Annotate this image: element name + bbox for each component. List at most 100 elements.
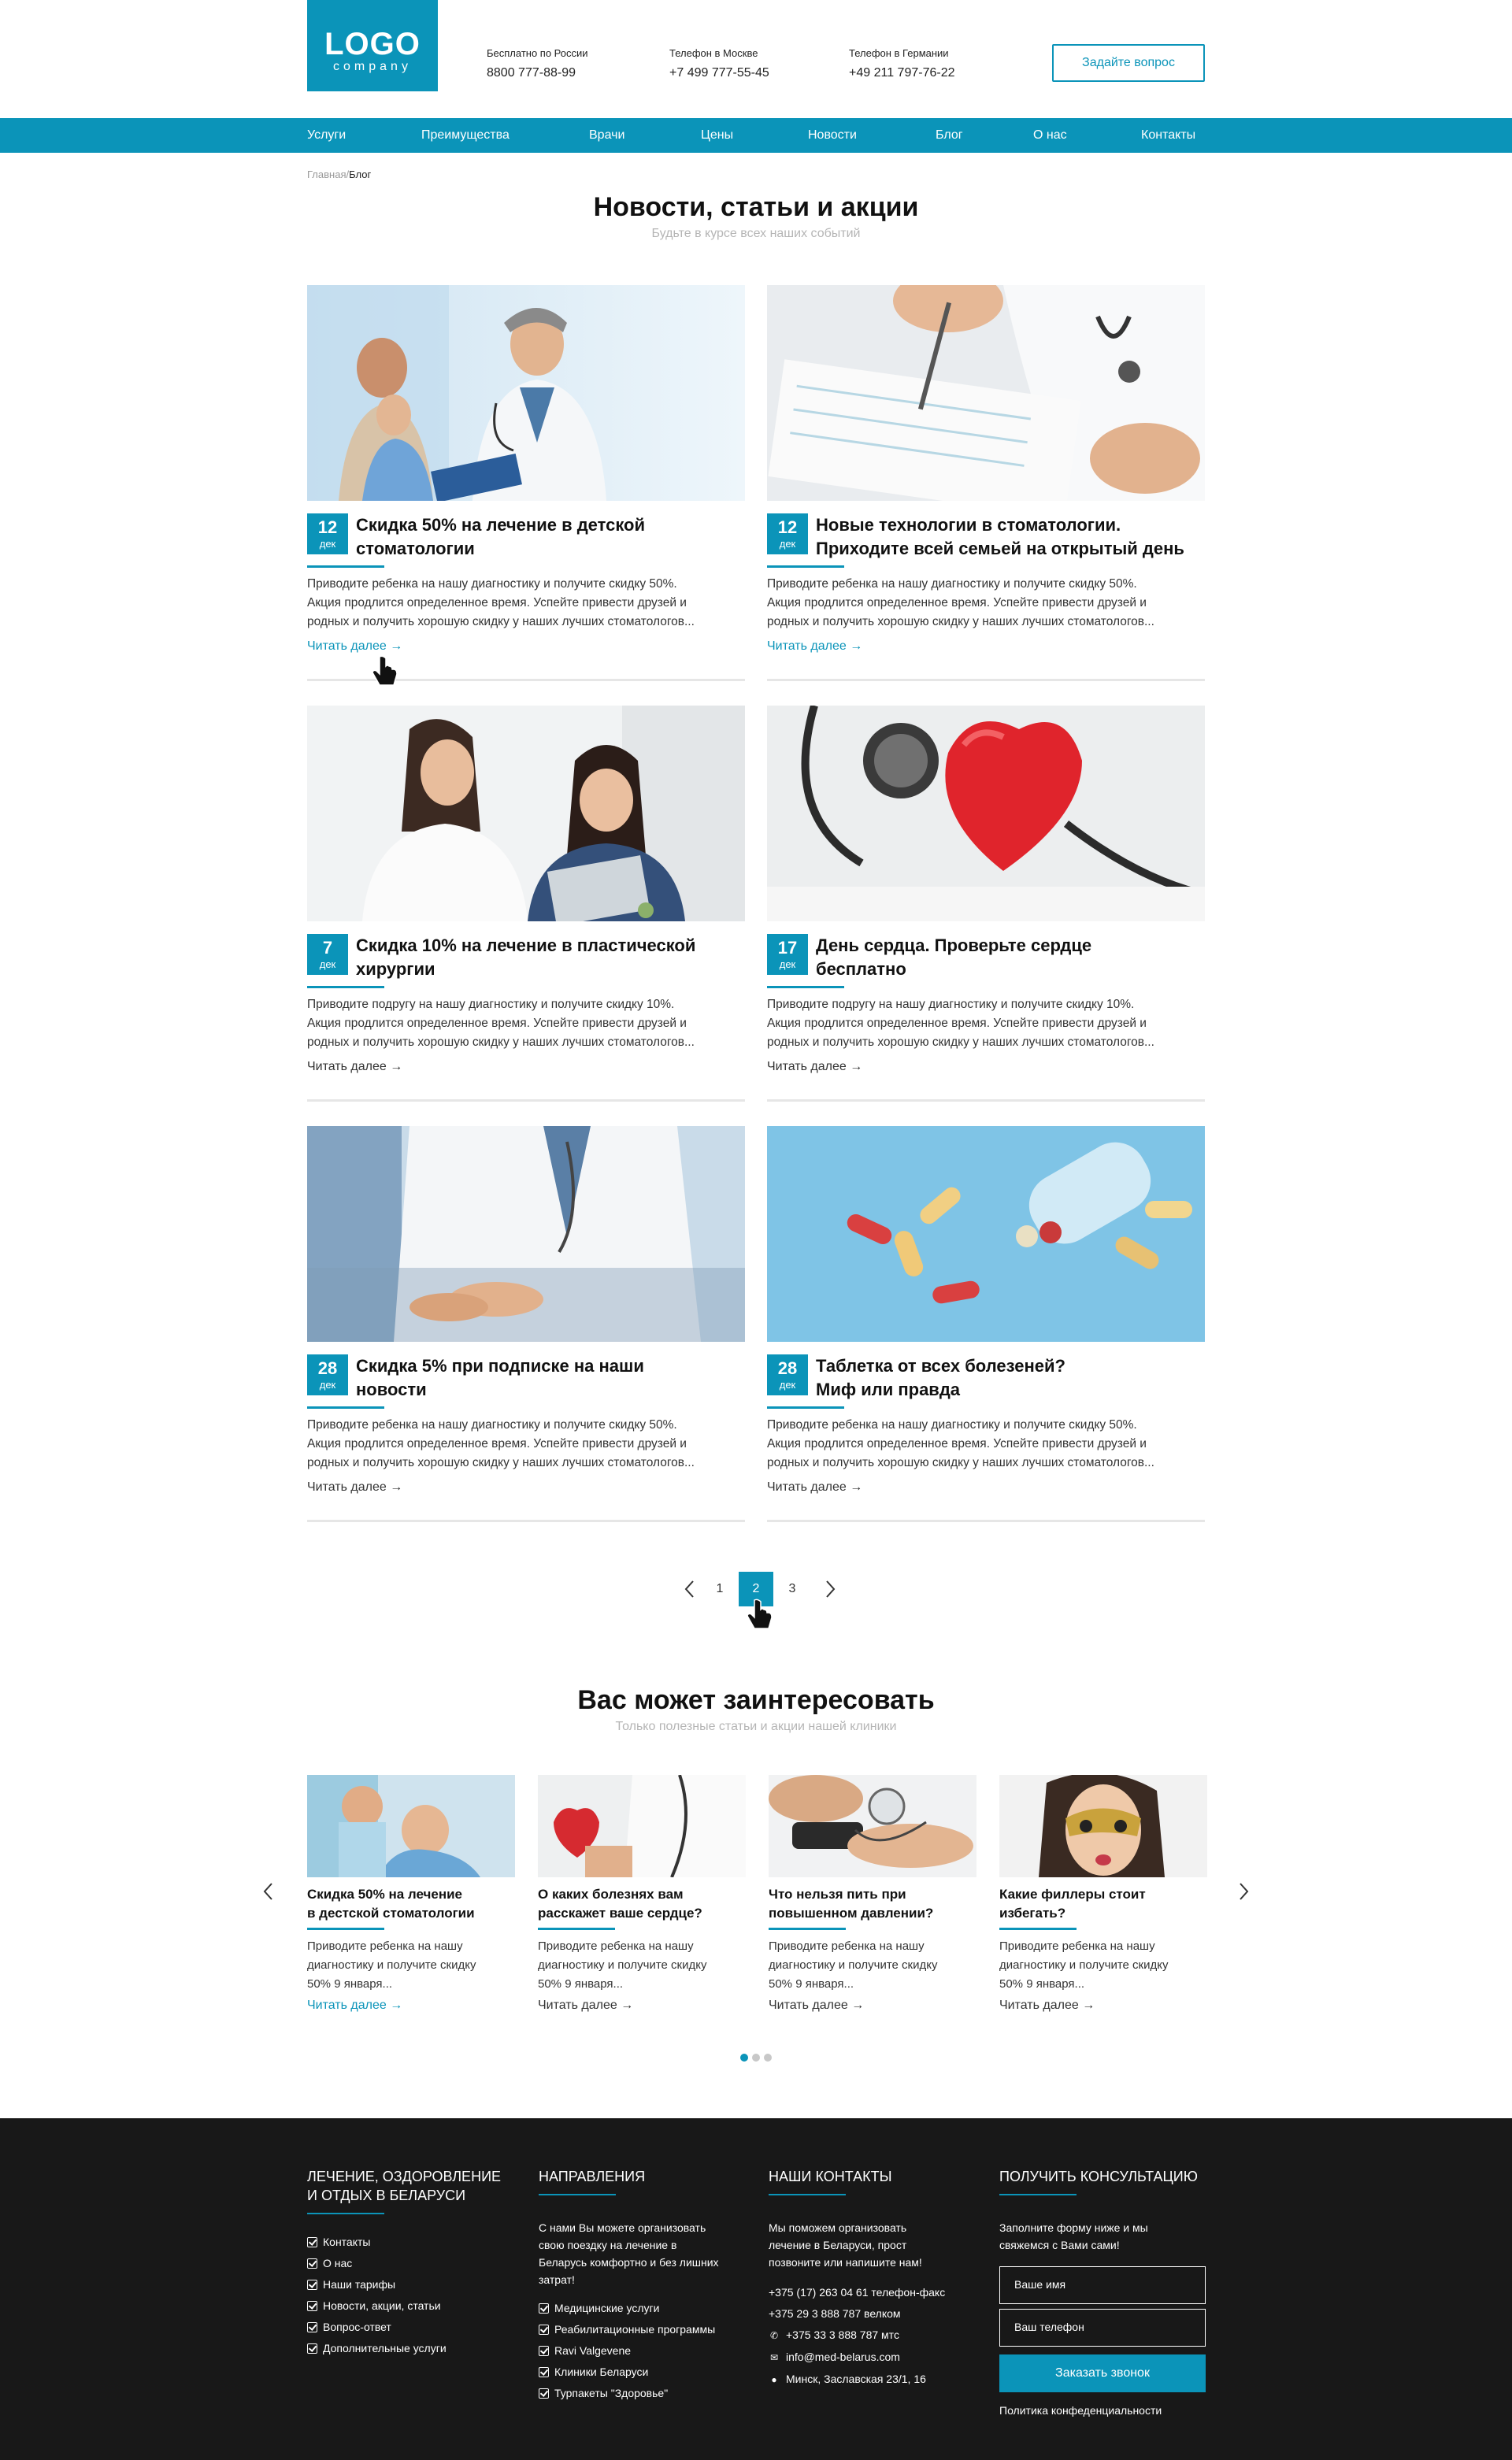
nav-item-about[interactable]: О нас [1033, 118, 1067, 153]
article-title[interactable]: День сердца. Проверьте сердце бесплатно [816, 934, 1205, 981]
footer-link[interactable]: Дополнительные услуги [307, 2338, 512, 2359]
article-title[interactable]: Таблетка от всех болезеней? Миф или правд… [816, 1354, 1205, 1402]
footer-address: ● Минск, Заславская 23/1, 16 [769, 2369, 981, 2391]
footer-phone-fax[interactable]: +375 (17) 263 04 61 телефон-факс [769, 2282, 981, 2303]
footer-link[interactable]: Реабилитационные программы [539, 2319, 743, 2340]
pagination-page[interactable]: 3 [775, 1572, 810, 1606]
footer-phone-mts[interactable]: ✆ +375 33 3 888 787 мтс [769, 2325, 981, 2347]
footer-col-about: ЛЕЧЕНИЕ, ОЗДОРОВЛЕНИЕ И ОТДЫХ В БЕЛАРУСИ … [307, 2167, 512, 2359]
footer-link[interactable]: Турпакеты "Здоровье" [539, 2383, 743, 2404]
related-title[interactable]: О каких болезнях вам расскажет ваше сердц… [538, 1885, 746, 1923]
article-image-handshake[interactable] [307, 1126, 745, 1342]
logo-sub-text: company [333, 60, 412, 73]
read-more-link[interactable]: Читать далее → [767, 1480, 862, 1495]
related-excerpt: Приводите ребенка на нашу диагностику и п… [999, 1937, 1207, 1994]
related-title-line: расскажет ваше сердце? [538, 1906, 702, 1921]
footer-link[interactable]: Ravi Valgevene [539, 2340, 743, 2362]
order-call-button[interactable]: Заказать звонок [999, 2354, 1206, 2392]
contact-phone[interactable]: 8800 777-88-99 [487, 65, 588, 82]
article-excerpt: Приводите подругу на нашу диагностику и … [307, 995, 745, 1052]
footer-link[interactable]: Новости, акции, статьи [307, 2295, 512, 2317]
read-more-link[interactable]: Читать далее → [307, 1480, 402, 1495]
carousel-dot[interactable] [752, 2054, 760, 2062]
related-image-dentist-child[interactable] [307, 1775, 515, 1877]
read-more-link[interactable]: Читать далее → [767, 639, 862, 654]
article-image-pills[interactable] [767, 1126, 1205, 1342]
read-more-link[interactable]: Читать далее → [307, 1999, 402, 2013]
related-section-title: Вас может заинтересовать [577, 1685, 935, 1715]
check-icon [539, 2303, 549, 2314]
footer-link[interactable]: Клиники Беларуси [539, 2362, 743, 2383]
carousel-prev-button[interactable] [257, 1874, 280, 1909]
privacy-policy-link[interactable]: Политика конфеденциальности [999, 2402, 1212, 2419]
article-title-line: Приходите всей семьей на открытый день [816, 539, 1184, 558]
contact-phone[interactable]: +49 211 797-76-22 [849, 65, 954, 82]
article-date: 17 дек [767, 934, 808, 975]
excerpt-line: родных и получить хорошую скидку у наших… [767, 615, 1154, 628]
related-card: Скидка 50% на лечение в дестской стоматол… [307, 1775, 515, 2035]
read-more-link[interactable]: Читать далее → [307, 639, 402, 654]
pagination-prev-button[interactable] [678, 1572, 702, 1606]
article-image-doctor-writing[interactable] [767, 285, 1205, 501]
nav-item-prices[interactable]: Цены [701, 118, 733, 153]
read-more-link[interactable]: Читать далее → [769, 1999, 864, 2013]
date-day: 28 [777, 1358, 798, 1378]
card-divider [307, 1520, 745, 1522]
footer-link[interactable]: Наши тарифы [307, 2274, 512, 2295]
article-image-heart-stethoscope[interactable] [767, 706, 1205, 921]
read-more-link[interactable]: Читать далее → [538, 1999, 633, 2013]
related-title[interactable]: Что нельзя пить при повышенном давлении? [769, 1885, 976, 1923]
contact-phone[interactable]: +7 499 777-55-45 [669, 65, 769, 82]
article-excerpt: Приводите ребенка на нашу диагностику и … [307, 1416, 745, 1473]
related-image-woman-mask[interactable] [999, 1775, 1207, 1877]
carousel-dot[interactable] [764, 2054, 772, 2062]
article-title[interactable]: Скидка 10% на лечение в пластической хиру… [356, 934, 745, 981]
article-title[interactable]: Новые технологии в стоматологии. Приходит… [816, 513, 1205, 561]
article-image-doctor-family[interactable] [307, 285, 745, 501]
nav-item-blog[interactable]: Блог [936, 118, 963, 153]
nav-item-contacts[interactable]: Контакты [1141, 118, 1195, 153]
ask-question-button[interactable]: Задайте вопрос [1052, 44, 1205, 82]
footer-email[interactable]: ✉ info@med-belarus.com [769, 2347, 981, 2369]
footer-link[interactable]: Медицинские услуги [539, 2298, 743, 2319]
related-title[interactable]: Какие филлеры стоит избегать? [999, 1885, 1207, 1923]
site-footer: ЛЕЧЕНИЕ, ОЗДОРОВЛЕНИЕ И ОТДЫХ В БЕЛАРУСИ … [0, 2118, 1512, 2460]
nav-item-services[interactable]: Услуги [307, 118, 346, 153]
footer-link[interactable]: Вопрос-ответ [307, 2317, 512, 2338]
phone-input[interactable]: Ваш телефон [999, 2309, 1206, 2347]
pagination-page[interactable]: 1 [702, 1572, 737, 1606]
article-title-line: хирургии [356, 959, 435, 979]
nav-item-news[interactable]: Новости [808, 118, 857, 153]
article-image-doctor-patient[interactable] [307, 706, 745, 921]
footer-link-label: Дополнительные услуги [323, 2342, 447, 2354]
footer-heading-underline [539, 2194, 616, 2195]
related-image-doctor-heart[interactable] [538, 1775, 746, 1877]
read-more-link[interactable]: Читать далее → [999, 1999, 1095, 2013]
footer-link-label: Ravi Valgevene [554, 2344, 632, 2357]
contact-label: Бесплатно по России [487, 47, 588, 59]
related-title[interactable]: Скидка 50% на лечение в дестской стоматол… [307, 1885, 515, 1923]
nav-item-advantages[interactable]: Преимущества [421, 118, 510, 153]
logo[interactable]: LOGO company [307, 0, 438, 91]
article-title[interactable]: Скидка 5% при подписке на наши новости [356, 1354, 745, 1402]
related-image-blood-pressure[interactable] [769, 1775, 976, 1877]
title-underline [767, 1406, 844, 1409]
excerpt-line: Приводите ребенка на нашу диагностику и … [767, 1418, 1137, 1432]
breadcrumb-home[interactable]: Главная [307, 169, 346, 180]
title-underline [767, 986, 844, 988]
carousel-dot-active[interactable] [740, 2054, 748, 2062]
excerpt-line: Приводите подругу на нашу диагностику и … [307, 998, 675, 1011]
read-more-link[interactable]: Читать далее → [767, 1060, 862, 1074]
carousel-next-button[interactable] [1232, 1874, 1255, 1909]
read-more-link[interactable]: Читать далее → [307, 1060, 402, 1074]
card-divider [767, 1099, 1205, 1102]
footer-link-label: Наши тарифы [323, 2278, 396, 2291]
article-title[interactable]: Скидка 50% на лечение в детской стоматоло… [356, 513, 745, 561]
nav-item-doctors[interactable]: Врачи [589, 118, 624, 153]
check-icon [307, 2343, 317, 2354]
name-input[interactable]: Ваше имя [999, 2266, 1206, 2304]
footer-link[interactable]: Контакты [307, 2232, 512, 2253]
footer-phone-velcom[interactable]: +375 29 3 888 787 велком [769, 2303, 981, 2325]
pagination-next-button[interactable] [818, 1572, 842, 1606]
footer-link[interactable]: О нас [307, 2253, 512, 2274]
